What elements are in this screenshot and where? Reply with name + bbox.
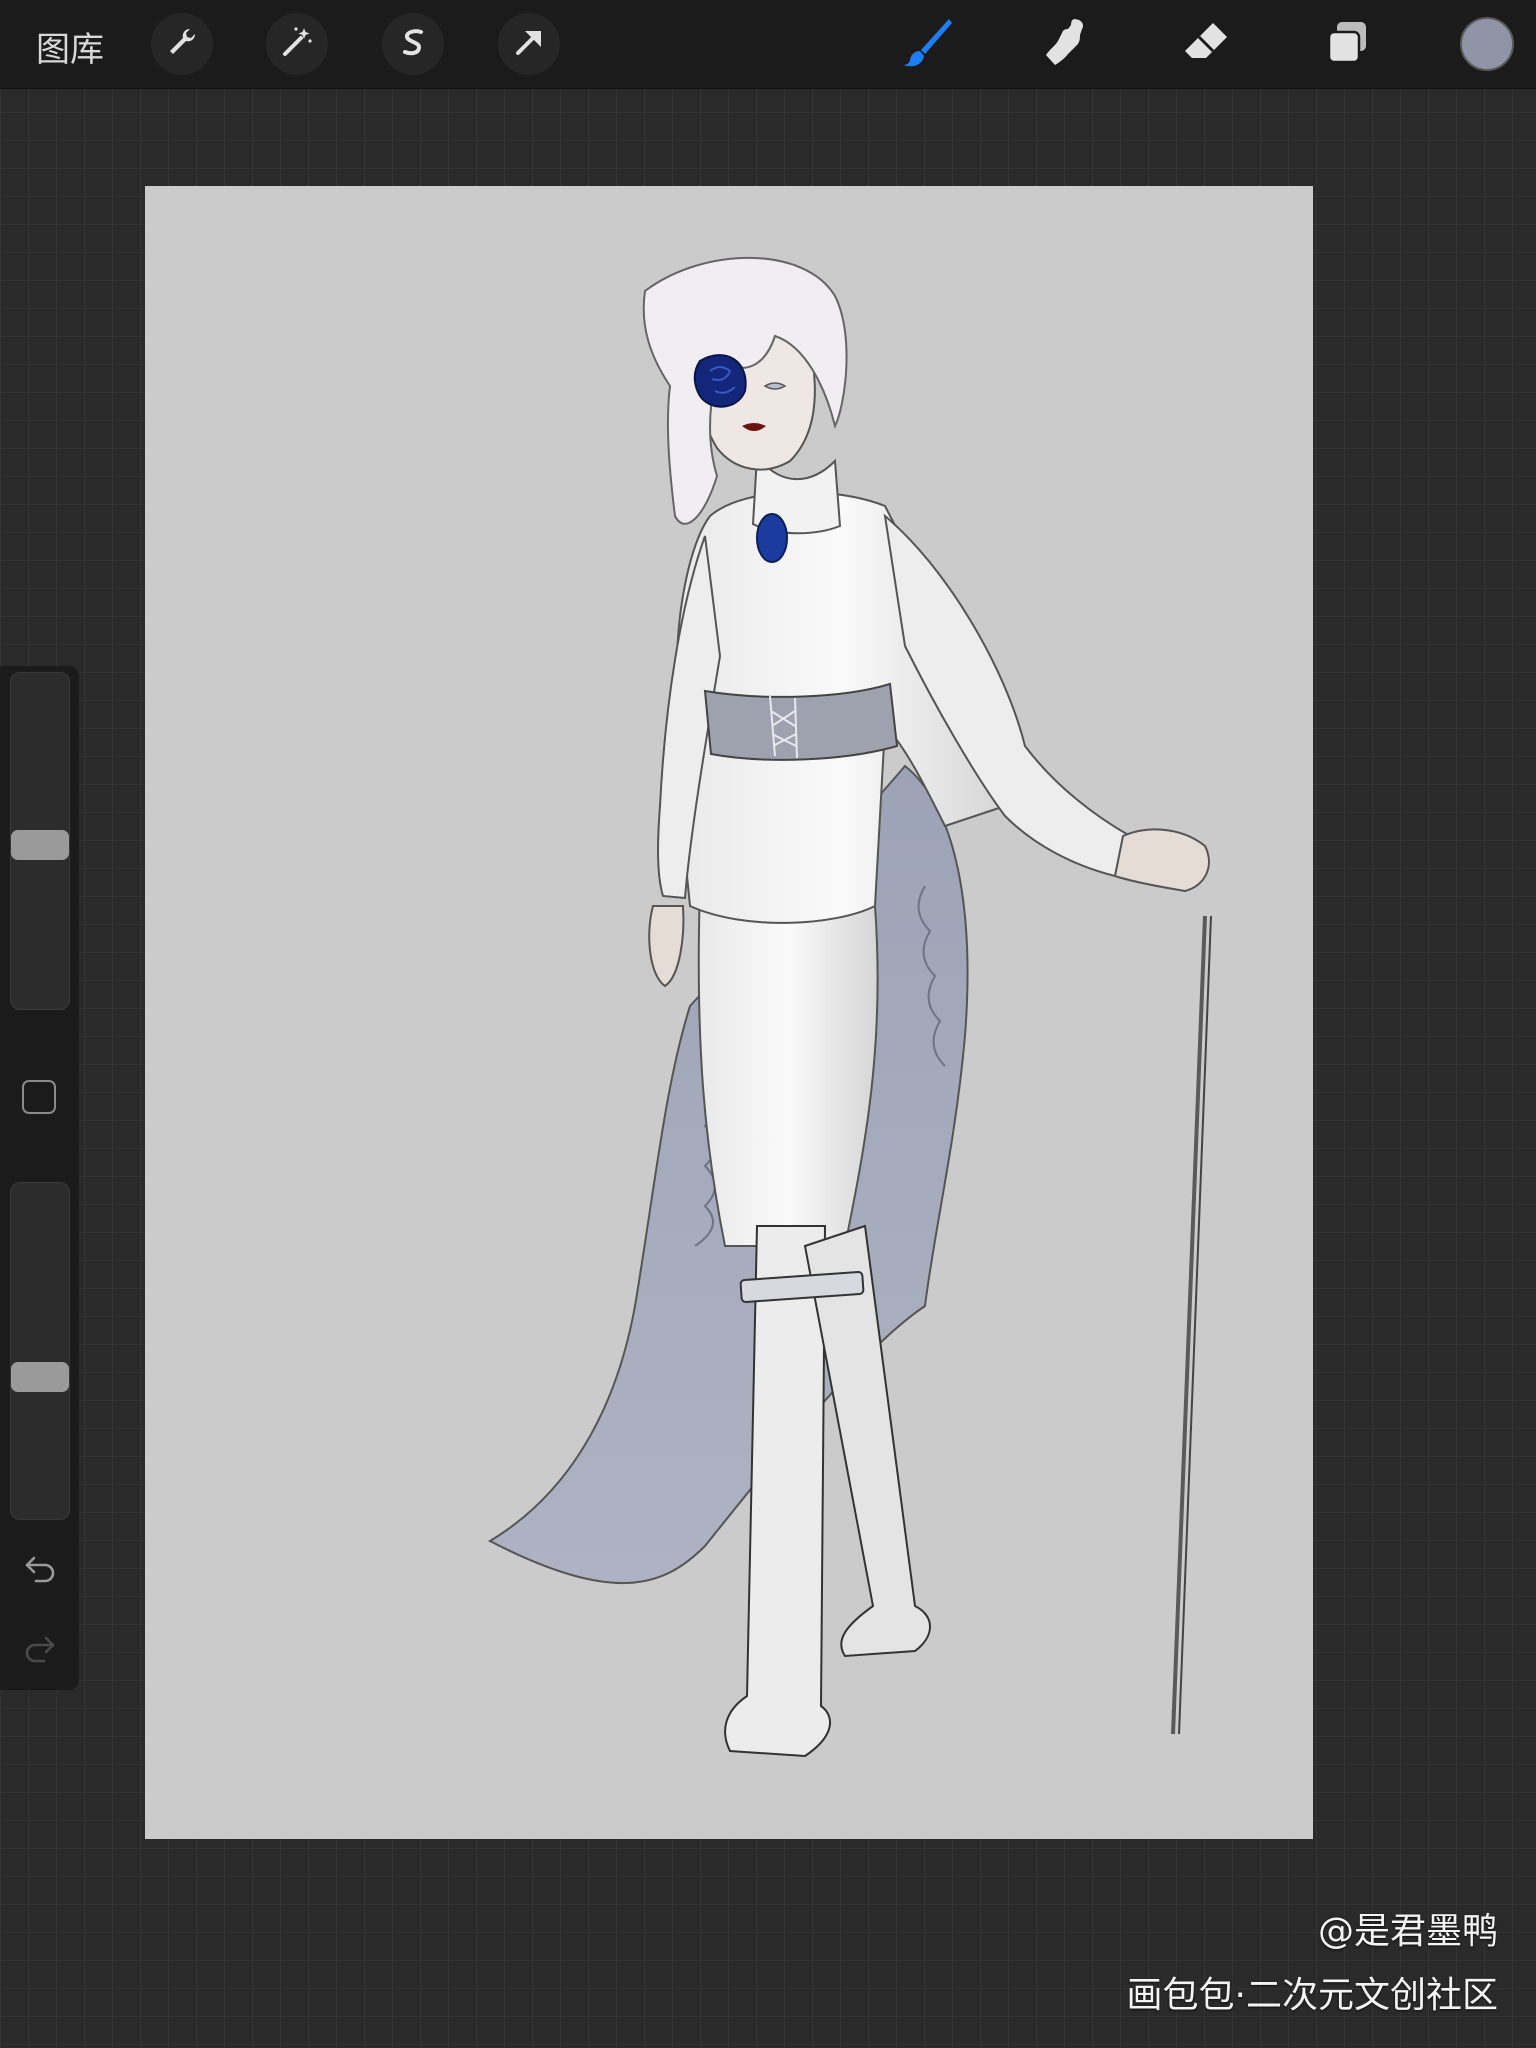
brush-size-handle[interactable] <box>11 830 69 860</box>
sidebar <box>0 666 79 1690</box>
brush-tool-button[interactable] <box>897 14 957 74</box>
selection-s-icon <box>395 24 431 65</box>
toolbar: 图库 <box>0 0 1536 89</box>
actions-button[interactable] <box>151 13 213 75</box>
arrow-transform-icon <box>511 24 547 65</box>
opacity-slider[interactable] <box>10 1182 70 1520</box>
eraser-icon <box>1180 15 1234 74</box>
selection-button[interactable] <box>382 13 444 75</box>
smudge-icon <box>1041 16 1093 73</box>
wrench-icon <box>164 24 200 65</box>
redo-icon <box>22 1633 58 1668</box>
drawing-canvas[interactable] <box>145 186 1313 1839</box>
watermark-site: 画包包·二次元文创社区 <box>1126 1975 1498 2016</box>
brush-icon <box>899 14 955 75</box>
eraser-tool-button[interactable] <box>1177 14 1237 74</box>
redo-button[interactable] <box>18 1630 62 1670</box>
layers-icon <box>1323 17 1373 72</box>
adjustments-button[interactable] <box>266 13 328 75</box>
opacity-handle[interactable] <box>11 1362 69 1392</box>
layers-button[interactable] <box>1318 14 1378 74</box>
artwork-illustration <box>487 256 1212 1758</box>
color-picker-button[interactable] <box>1460 17 1514 71</box>
undo-button[interactable] <box>18 1550 62 1590</box>
brush-size-slider[interactable] <box>10 672 70 1010</box>
transform-button[interactable] <box>498 13 560 75</box>
watermark-author: @是君墨鸭 <box>1317 1911 1498 1952</box>
modify-button[interactable] <box>22 1080 56 1114</box>
gallery-button[interactable]: 图库 <box>36 22 104 71</box>
undo-icon <box>22 1553 58 1588</box>
magic-wand-icon <box>279 24 315 65</box>
smudge-tool-button[interactable] <box>1037 14 1097 74</box>
